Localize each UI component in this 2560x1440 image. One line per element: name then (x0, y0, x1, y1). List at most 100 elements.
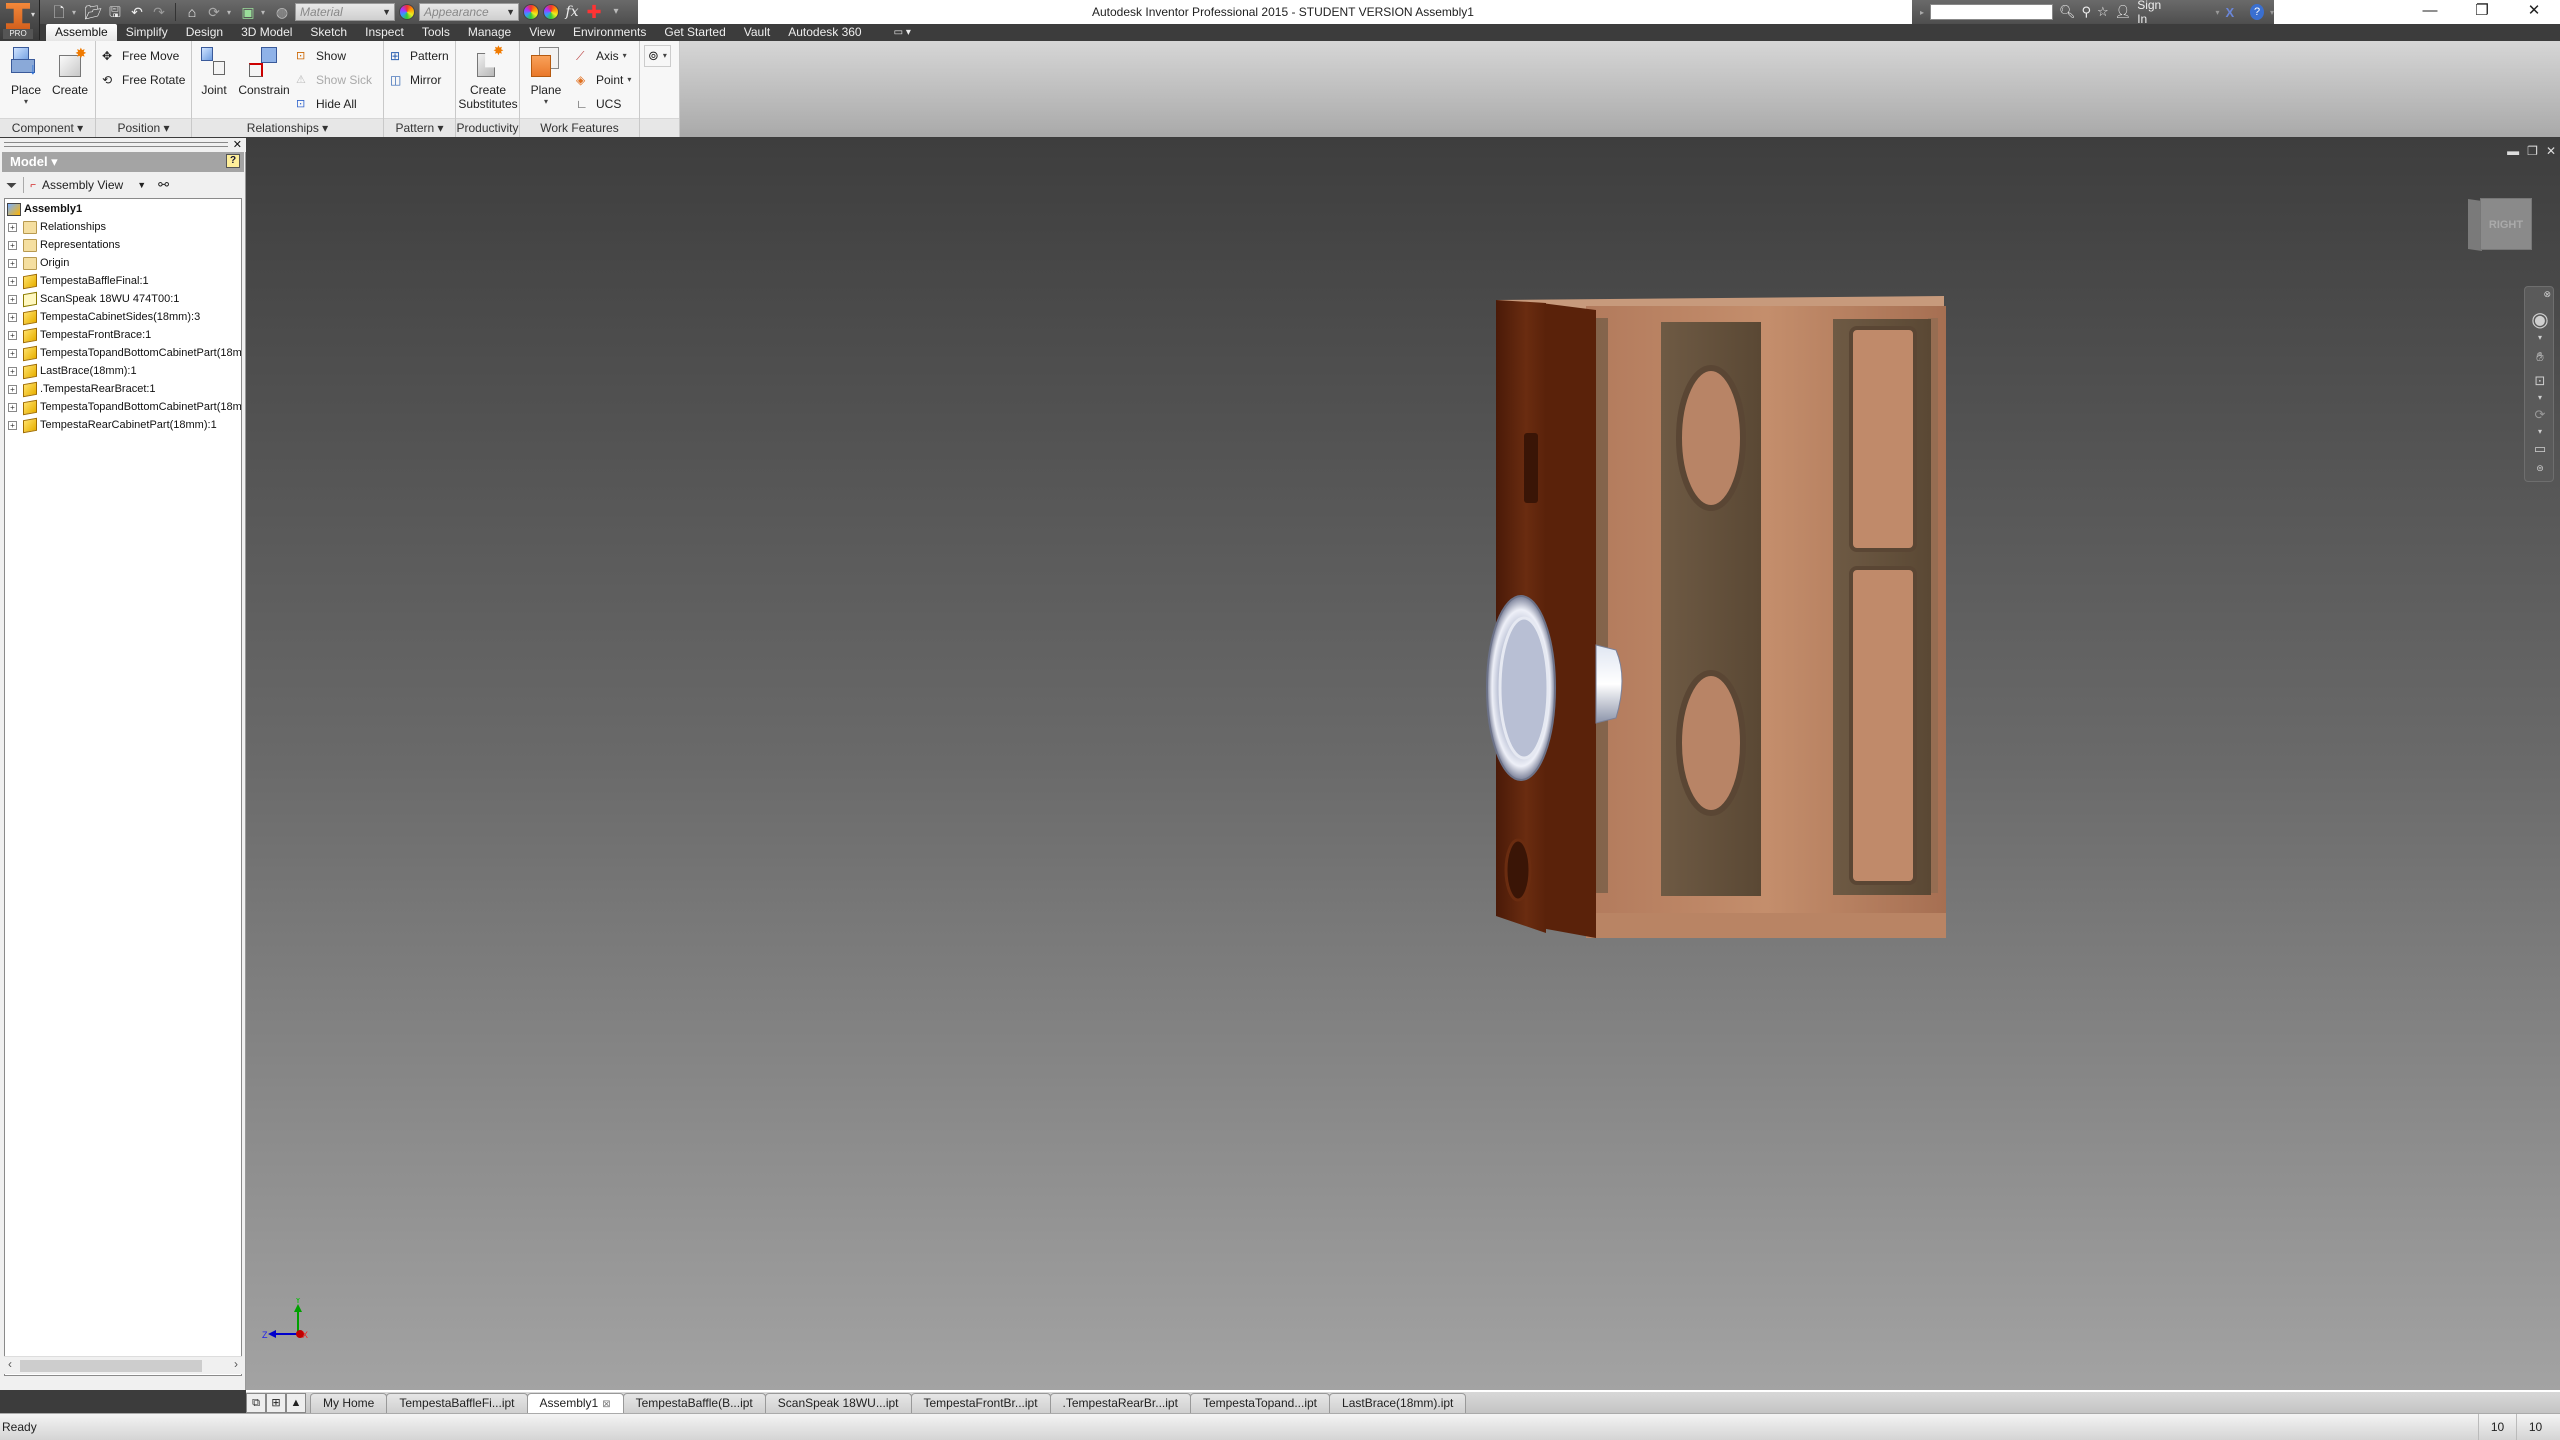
expand-icon[interactable]: + (8, 312, 17, 322)
tab-tools[interactable]: Tools (413, 24, 459, 41)
place-button[interactable]: ↓ Place ▾ (4, 45, 48, 106)
browser-horizontal-scrollbar[interactable]: ‹ › (4, 1356, 242, 1374)
browser-close-icon[interactable]: ✕ (233, 138, 242, 151)
expand-icon[interactable]: + (8, 348, 17, 358)
constrain-button[interactable]: Constrain (236, 45, 292, 97)
sign-in-link[interactable]: Sign In (2137, 0, 2169, 26)
tree-node[interactable]: + ScanSpeak 18WU 474T00:1 (5, 290, 179, 308)
tree-node[interactable]: + TempestaTopandBottomCabinetPart(18m (5, 398, 241, 416)
zoom-window-icon[interactable]: ⊡ (2525, 373, 2555, 389)
adjust-appearance-icon[interactable] (523, 4, 539, 20)
redo-icon[interactable]: ↷ (150, 3, 168, 21)
doc-tab[interactable]: TempestaBaffleFi...ipt (386, 1393, 528, 1413)
save-icon[interactable]: 🖫 (106, 3, 124, 21)
expand-icon[interactable]: + (8, 258, 17, 268)
doc-tab-my-home[interactable]: My Home (310, 1393, 388, 1413)
assembly-view-select[interactable]: Assembly View (42, 178, 123, 192)
tab-assemble[interactable]: Assemble (46, 24, 117, 41)
position-panel-title[interactable]: Position ▾ (96, 118, 191, 137)
document-list-icon[interactable]: ▲ (286, 1393, 306, 1413)
tree-node[interactable]: + Representations (5, 236, 120, 254)
tab-manage[interactable]: Manage (459, 24, 520, 41)
application-menu-button[interactable]: PRO ▾ (0, 0, 40, 40)
parameters-fx-icon[interactable]: fx (563, 3, 581, 21)
open-icon[interactable]: 📂︎ (84, 3, 102, 21)
tab-design[interactable]: Design (177, 24, 232, 41)
tab-inspect[interactable]: Inspect (356, 24, 413, 41)
point-button[interactable]: ◈ Point ▾ (576, 69, 631, 91)
expand-icon[interactable]: + (8, 294, 17, 304)
tree-node[interactable]: + Origin (5, 254, 69, 272)
tab-environments[interactable]: Environments (564, 24, 655, 41)
ucs-cross-icon[interactable]: ✚ (585, 3, 603, 21)
appearance-select[interactable]: Appearance ▼ (419, 3, 519, 21)
scrollbar-thumb[interactable] (20, 1360, 202, 1372)
look-at-icon[interactable]: ▭ (2525, 441, 2555, 457)
home-icon[interactable]: ⌂ (183, 3, 201, 21)
speaker-cabinet-model[interactable] (1476, 288, 1976, 978)
tree-node[interactable]: + .TempestaRearBracet:1 (5, 380, 156, 398)
pan-hand-icon[interactable]: ✋︎ (2525, 349, 2555, 365)
steering-wheel-dropdown-icon[interactable]: ▾ (2525, 333, 2555, 342)
orbit-dropdown-icon[interactable]: ▾ (2525, 427, 2555, 436)
minimize-button[interactable]: — (2404, 0, 2456, 24)
tab-autodesk-360[interactable]: Autodesk 360 (779, 24, 870, 41)
expand-icon[interactable]: + (8, 420, 17, 430)
appearance-icon[interactable] (399, 4, 415, 20)
browser-grip[interactable]: ✕ (0, 138, 246, 152)
expand-icon[interactable]: + (8, 222, 17, 232)
steering-wheel-icon[interactable]: ◉ (2525, 307, 2555, 332)
subscription-center-icon[interactable]: ⚲ (2081, 4, 2091, 20)
viewcube[interactable]: RIGHT (2468, 198, 2532, 254)
viewport-minimize-icon[interactable]: ▬ (2507, 144, 2519, 158)
close-button[interactable]: ✕ (2508, 0, 2560, 24)
select-dropdown-icon[interactable]: ▾ (261, 8, 269, 17)
expand-search-icon[interactable]: ▸ (1920, 8, 1924, 17)
doc-tab-active[interactable]: Assembly1 ⊠ (526, 1393, 624, 1413)
create-component-button[interactable]: ✸ Create (48, 45, 92, 97)
tab-vault[interactable]: Vault (735, 24, 779, 41)
update-icon[interactable]: ⟳ (205, 3, 223, 21)
customize-qat-icon[interactable]: ▾ (607, 3, 625, 21)
help-dropdown-icon[interactable]: ▾ (2270, 8, 2274, 17)
find-binoculars-icon[interactable]: ⚯ (158, 177, 169, 193)
close-tab-icon[interactable]: ⊠ (602, 1399, 610, 1410)
key-search-icon[interactable]: 🔍︎ (2059, 4, 2076, 20)
tab-view[interactable]: View (520, 24, 564, 41)
viewport-restore-icon[interactable]: ❐ (2527, 144, 2538, 158)
graphics-viewport[interactable]: ▬ ❐ ✕ RIGHT ⊗ ◉ ▾ ✋︎ ⊡ ▾ ⟳ ▾ ▭ ⊜ Y Z X (246, 138, 2560, 1390)
cascade-windows-icon[interactable]: ⧉ (246, 1393, 266, 1413)
help-search-input[interactable] (1930, 4, 2053, 20)
tree-node[interactable]: + Relationships (5, 218, 106, 236)
clear-appearance-override-icon[interactable] (543, 4, 559, 20)
show-button[interactable]: ⊡ Show (296, 45, 346, 67)
doc-tab[interactable]: LastBrace(18mm).ipt (1329, 1393, 1467, 1413)
filter-icon[interactable]: ⏷ (6, 177, 17, 194)
tree-node[interactable]: + LastBrace(18mm):1 (5, 362, 137, 380)
expand-icon[interactable]: + (8, 240, 17, 250)
ucs-button[interactable]: ∟ UCS (576, 93, 621, 115)
tree-node-root[interactable]: Assembly1 (5, 200, 82, 218)
relationships-panel-title[interactable]: Relationships ▾ (192, 118, 383, 137)
ribbon-minimize-toggle[interactable]: ▭ ▾ (885, 24, 920, 41)
update-dropdown-icon[interactable]: ▾ (227, 8, 235, 17)
tab-sketch[interactable]: Sketch (301, 24, 356, 41)
undo-icon[interactable]: ↶ (128, 3, 146, 21)
show-sick-button[interactable]: ⚠ Show Sick (296, 69, 372, 91)
viewcube-right-face[interactable]: RIGHT (2480, 198, 2532, 250)
scroll-left-icon[interactable]: ‹ (8, 1357, 12, 1371)
tree-node[interactable]: + TempestaBaffleFinal:1 (5, 272, 149, 290)
expand-icon[interactable]: + (8, 366, 17, 376)
joint-button[interactable]: Joint (192, 45, 236, 97)
axis-button[interactable]: ⟋ Axis ▾ (576, 45, 627, 67)
create-substitutes-button[interactable]: ✸ Create Substitutes (458, 43, 518, 111)
tile-windows-icon[interactable]: ⊞ (266, 1393, 286, 1413)
doc-tab[interactable]: TempestaBaffle(B...ipt (622, 1393, 766, 1413)
pattern-button[interactable]: ⊞ Pattern (390, 45, 449, 67)
doc-tab[interactable]: ScanSpeak 18WU...ipt (764, 1393, 912, 1413)
expand-icon[interactable]: + (8, 276, 17, 286)
tree-node[interactable]: + TempestaCabinetSides(18mm):3 (5, 308, 200, 326)
sign-in-dropdown-icon[interactable]: ▾ (2215, 8, 2219, 17)
hide-all-button[interactable]: ⊡ Hide All (296, 93, 357, 115)
expand-icon[interactable]: + (8, 402, 17, 412)
